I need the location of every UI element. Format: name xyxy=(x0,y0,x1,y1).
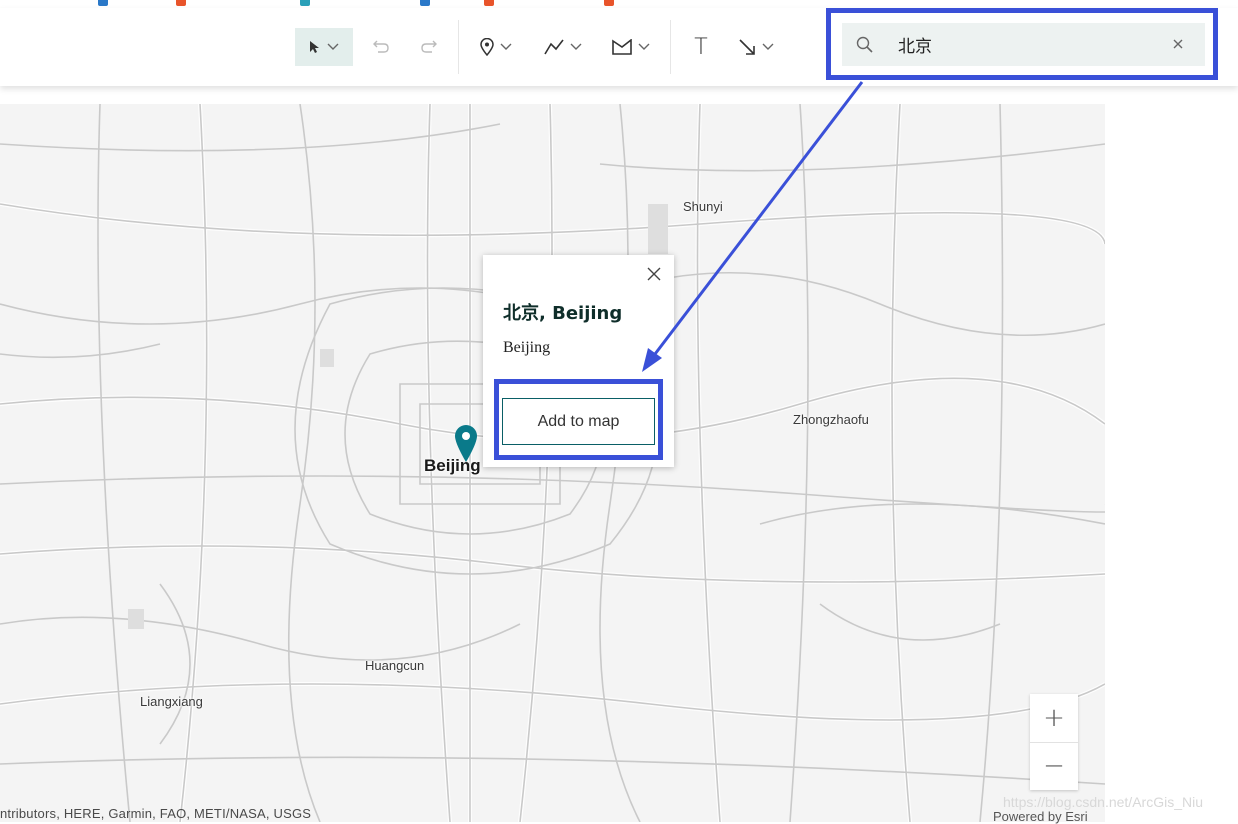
bookmark-icon[interactable] xyxy=(300,0,310,6)
polyline-icon xyxy=(544,39,564,55)
chevron-down-icon xyxy=(638,43,650,50)
bookmark-icon[interactable] xyxy=(484,0,494,6)
point-tool-button[interactable] xyxy=(472,28,520,66)
watermark: https://blog.csdn.net/ArcGis_Niu xyxy=(1003,794,1203,810)
bookmark-icon[interactable] xyxy=(604,0,614,6)
close-icon[interactable] xyxy=(645,265,663,283)
undo-icon xyxy=(373,40,389,53)
search-input[interactable]: 北京 xyxy=(842,23,1205,66)
zoom-out-button[interactable]: − xyxy=(1030,742,1078,790)
popup-subtitle: Beijing xyxy=(503,339,551,356)
chevron-down-icon xyxy=(762,43,774,50)
polyline-tool-button[interactable] xyxy=(538,28,588,66)
select-arrow-icon xyxy=(310,41,319,53)
select-tool-button[interactable] xyxy=(295,28,353,66)
chevron-down-icon xyxy=(327,43,339,50)
bookmark-icon[interactable] xyxy=(420,0,430,6)
add-to-map-button[interactable]: Add to map xyxy=(502,398,655,445)
search-highlight-box: 北京 xyxy=(826,8,1218,80)
place-label-huangcun: Huangcun xyxy=(365,658,425,673)
arrow-line-icon xyxy=(739,39,755,55)
zoom-in-button[interactable]: + xyxy=(1030,694,1078,743)
text-tool-icon: T xyxy=(694,34,708,60)
zoom-control: + − xyxy=(1030,694,1078,790)
undo-button[interactable] xyxy=(366,28,396,66)
bookmark-icon[interactable] xyxy=(98,0,108,6)
search-value[interactable]: 北京 xyxy=(898,32,932,57)
place-label-shunyi: Shunyi xyxy=(683,199,723,214)
location-pin-icon[interactable] xyxy=(453,424,479,464)
text-tool-button[interactable]: T xyxy=(684,28,718,66)
toolbar-divider xyxy=(670,20,671,74)
bookmarks-bar xyxy=(0,0,1238,8)
map-attribution: ntributors, HERE, Garmin, FAO, METI/NASA… xyxy=(0,806,312,821)
chevron-down-icon xyxy=(500,43,512,50)
search-icon xyxy=(856,36,873,53)
arrow-tool-button[interactable] xyxy=(732,28,780,66)
popup-title: 北京, Beijing xyxy=(503,303,623,324)
sketch-toolbar: T 北京 xyxy=(0,8,1238,86)
redo-icon xyxy=(421,40,437,53)
chevron-down-icon xyxy=(570,43,582,50)
polygon-tool-button[interactable] xyxy=(606,28,656,66)
pin-icon xyxy=(480,38,494,56)
polygon-icon xyxy=(612,39,632,55)
toolbar-divider xyxy=(458,20,459,74)
bookmark-icon[interactable] xyxy=(176,0,186,6)
place-label-zhongzhaofu: Zhongzhaofu xyxy=(793,412,869,427)
place-label-liangxiang: Liangxiang xyxy=(140,694,203,709)
redo-button[interactable] xyxy=(414,28,444,66)
clear-search-icon[interactable] xyxy=(1169,35,1187,53)
